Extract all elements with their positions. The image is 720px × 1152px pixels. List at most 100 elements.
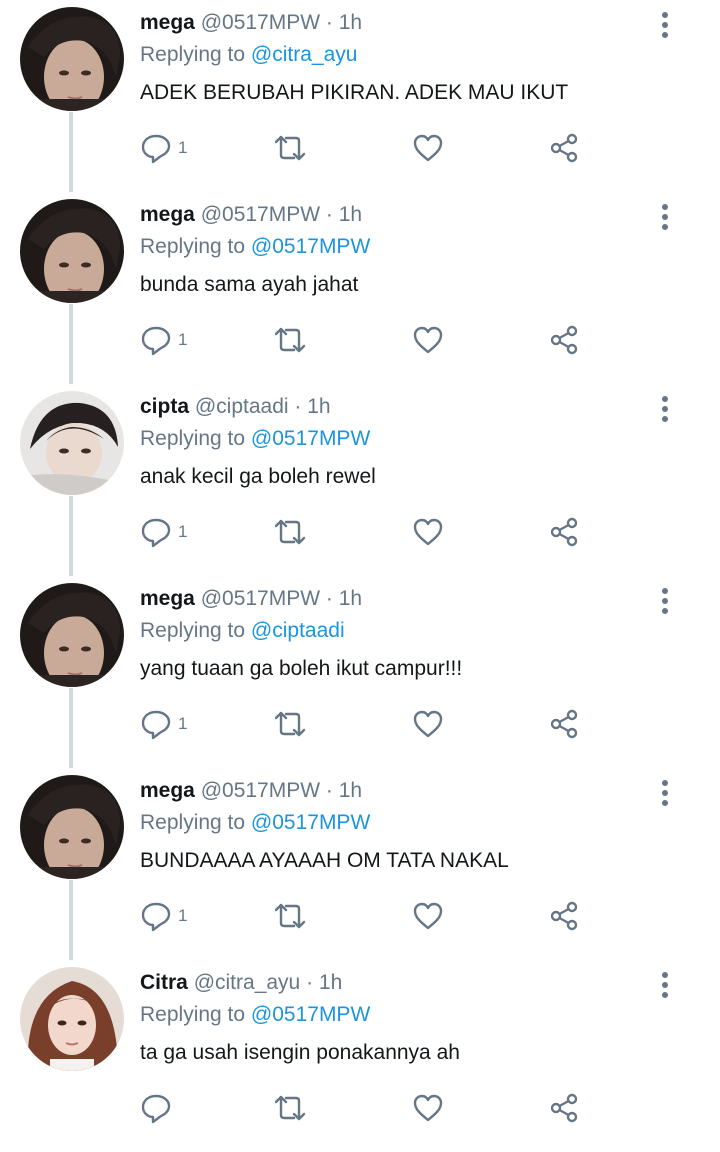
thread-line bbox=[69, 496, 73, 576]
reply-count: 1 bbox=[178, 906, 188, 925]
reply-button[interactable] bbox=[140, 1088, 178, 1128]
display-name[interactable]: mega bbox=[140, 587, 195, 610]
reply-icon bbox=[140, 708, 172, 740]
avatar[interactable] bbox=[20, 775, 124, 879]
retweet-button[interactable] bbox=[272, 896, 308, 936]
like-button[interactable] bbox=[412, 704, 444, 744]
more-vertical-icon[interactable] bbox=[650, 584, 680, 618]
tweet-text: bunda sama ayah jahat bbox=[140, 273, 359, 296]
like-button[interactable] bbox=[412, 896, 444, 936]
tweet-actions: 1 bbox=[140, 704, 600, 744]
display-name[interactable]: cipta bbox=[140, 395, 189, 418]
separator-dot: · bbox=[320, 587, 339, 610]
share-icon bbox=[548, 900, 580, 932]
share-button[interactable] bbox=[548, 512, 580, 552]
user-handle[interactable]: @ciptaadi bbox=[195, 395, 289, 418]
replying-to-label: Replying to bbox=[140, 43, 246, 66]
display-name[interactable]: mega bbox=[140, 11, 195, 34]
replying-to-line: Replying to @citra_ayu bbox=[140, 40, 357, 70]
user-handle[interactable]: @0517MPW bbox=[201, 11, 320, 34]
like-icon bbox=[412, 900, 444, 932]
tweet-text: ta ga usah isengin ponakannya ah bbox=[140, 1041, 460, 1064]
tweet-actions bbox=[140, 1088, 600, 1128]
more-vertical-icon[interactable] bbox=[650, 392, 680, 426]
timestamp[interactable]: 1h bbox=[339, 587, 362, 610]
tweet[interactable]: Citra @citra_ayu · 1h Replying to @0517MP… bbox=[0, 960, 720, 1152]
like-icon bbox=[412, 516, 444, 548]
more-vertical-icon[interactable] bbox=[650, 776, 680, 810]
like-icon bbox=[412, 132, 444, 164]
reply-count: 1 bbox=[178, 522, 188, 541]
more-vertical-icon[interactable] bbox=[650, 200, 680, 234]
replying-to-line: Replying to @ciptaadi bbox=[140, 616, 345, 646]
reply-mention-link[interactable]: @0517MPW bbox=[251, 427, 370, 450]
share-button[interactable] bbox=[548, 896, 580, 936]
like-button[interactable] bbox=[412, 512, 444, 552]
retweet-icon bbox=[272, 132, 308, 164]
like-icon bbox=[412, 324, 444, 356]
tweet[interactable]: mega @0517MPW · 1h Replying to @0517MPW bu… bbox=[0, 192, 720, 384]
retweet-button[interactable] bbox=[272, 128, 308, 168]
share-button[interactable] bbox=[548, 128, 580, 168]
retweet-button[interactable] bbox=[272, 320, 308, 360]
display-name[interactable]: Citra bbox=[140, 971, 188, 994]
thread-line bbox=[69, 112, 73, 192]
replying-to-line: Replying to @0517MPW bbox=[140, 808, 370, 838]
tweet[interactable]: cipta @ciptaadi · 1h Replying to @0517MPW… bbox=[0, 384, 720, 576]
timestamp[interactable]: 1h bbox=[319, 971, 342, 994]
reply-icon bbox=[140, 324, 172, 356]
separator-dot: · bbox=[320, 203, 339, 226]
tweet-actions: 1 bbox=[140, 512, 600, 552]
replying-to-label: Replying to bbox=[140, 1003, 246, 1026]
reply-icon bbox=[140, 132, 172, 164]
like-button[interactable] bbox=[412, 128, 444, 168]
retweet-button[interactable] bbox=[272, 1088, 308, 1128]
more-vertical-icon[interactable] bbox=[650, 968, 680, 1002]
reply-mention-link[interactable]: @citra_ayu bbox=[251, 43, 358, 66]
tweet-header: mega @0517MPW · 1h bbox=[140, 584, 362, 614]
display-name[interactable]: mega bbox=[140, 203, 195, 226]
replying-to-label: Replying to bbox=[140, 427, 246, 450]
tweet-text: ADEK BERUBAH PIKIRAN. ADEK MAU IKUT bbox=[140, 81, 569, 104]
retweet-button[interactable] bbox=[272, 704, 308, 744]
reply-button[interactable]: 1 bbox=[140, 512, 187, 552]
timestamp[interactable]: 1h bbox=[307, 395, 330, 418]
reply-mention-link[interactable]: @0517MPW bbox=[251, 235, 370, 258]
share-button[interactable] bbox=[548, 704, 580, 744]
replying-to-label: Replying to bbox=[140, 619, 246, 642]
separator-dot: · bbox=[320, 779, 339, 802]
avatar[interactable] bbox=[20, 583, 124, 687]
more-vertical-icon[interactable] bbox=[650, 8, 680, 42]
avatar[interactable] bbox=[20, 199, 124, 303]
user-handle[interactable]: @0517MPW bbox=[201, 203, 320, 226]
timestamp[interactable]: 1h bbox=[339, 11, 362, 34]
avatar[interactable] bbox=[20, 391, 124, 495]
reply-icon bbox=[140, 900, 172, 932]
share-button[interactable] bbox=[548, 1088, 580, 1128]
like-button[interactable] bbox=[412, 1088, 444, 1128]
share-button[interactable] bbox=[548, 320, 580, 360]
reply-button[interactable]: 1 bbox=[140, 704, 187, 744]
tweet-header: cipta @ciptaadi · 1h bbox=[140, 392, 331, 422]
like-icon bbox=[412, 1092, 444, 1124]
timestamp[interactable]: 1h bbox=[339, 779, 362, 802]
avatar[interactable] bbox=[20, 7, 124, 111]
user-handle[interactable]: @0517MPW bbox=[201, 587, 320, 610]
user-handle[interactable]: @citra_ayu bbox=[194, 971, 301, 994]
like-button[interactable] bbox=[412, 320, 444, 360]
reply-button[interactable]: 1 bbox=[140, 128, 187, 168]
reply-mention-link[interactable]: @ciptaadi bbox=[251, 619, 345, 642]
tweet[interactable]: mega @0517MPW · 1h Replying to @0517MPW BU… bbox=[0, 768, 720, 960]
timestamp[interactable]: 1h bbox=[339, 203, 362, 226]
reply-mention-link[interactable]: @0517MPW bbox=[251, 1003, 370, 1026]
tweet-actions: 1 bbox=[140, 896, 600, 936]
user-handle[interactable]: @0517MPW bbox=[201, 779, 320, 802]
display-name[interactable]: mega bbox=[140, 779, 195, 802]
reply-mention-link[interactable]: @0517MPW bbox=[251, 811, 370, 834]
avatar[interactable] bbox=[20, 967, 124, 1071]
tweet[interactable]: mega @0517MPW · 1h Replying to @ciptaadi y… bbox=[0, 576, 720, 768]
reply-button[interactable]: 1 bbox=[140, 320, 187, 360]
tweet[interactable]: mega @0517MPW · 1h Replying to @citra_ayu… bbox=[0, 0, 720, 192]
retweet-button[interactable] bbox=[272, 512, 308, 552]
reply-button[interactable]: 1 bbox=[140, 896, 187, 936]
